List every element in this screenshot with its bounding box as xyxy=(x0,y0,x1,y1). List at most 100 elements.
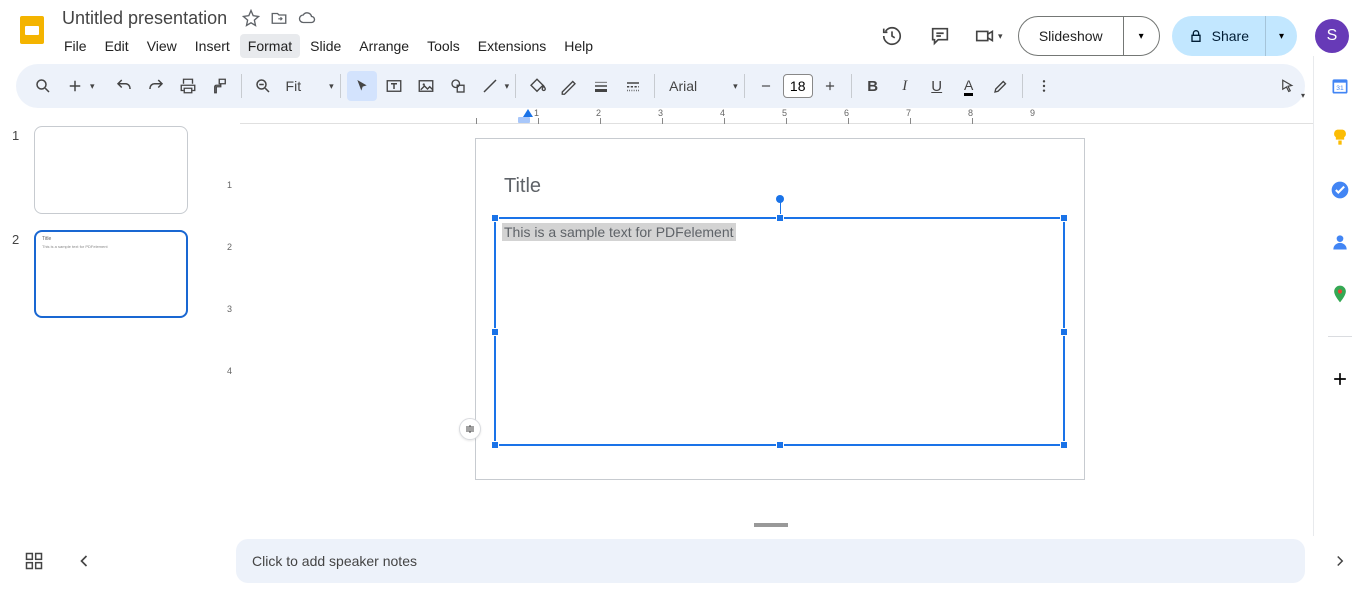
menu-item-arrange[interactable]: Arrange xyxy=(351,34,417,58)
slideshow-dropdown[interactable]: ▾ xyxy=(1123,17,1159,55)
font-dropdown[interactable]: ▾ xyxy=(733,81,738,92)
undo-button[interactable] xyxy=(109,71,139,101)
ruler-horizontal: 123456789 xyxy=(240,108,1365,124)
addons-icon[interactable] xyxy=(1330,369,1350,389)
new-slide-button[interactable] xyxy=(60,71,90,101)
speaker-notes-placeholder: Click to add speaker notes xyxy=(252,553,417,569)
thumb-number: 2 xyxy=(12,230,24,318)
resize-handle-tr[interactable] xyxy=(1060,214,1068,222)
canvas-area: 123456789 1234 Title This is a sample te… xyxy=(210,108,1365,593)
select-tool[interactable] xyxy=(347,71,377,101)
slideshow-button: Slideshow ▾ xyxy=(1018,16,1160,56)
move-icon[interactable] xyxy=(269,8,289,28)
side-panel-collapse-icon[interactable] xyxy=(1331,552,1349,575)
font-size-decrease[interactable] xyxy=(751,71,781,101)
comment-icon[interactable] xyxy=(922,18,958,54)
font-select[interactable]: Arial xyxy=(661,78,733,94)
header-right: ▾ Slideshow ▾ Share ▾ S xyxy=(874,16,1349,56)
border-weight-button[interactable] xyxy=(586,71,616,101)
meet-icon[interactable]: ▾ xyxy=(970,18,1006,54)
resize-handle-l[interactable] xyxy=(491,328,499,336)
more-button[interactable] xyxy=(1029,71,1059,101)
doc-title[interactable]: Untitled presentation xyxy=(56,6,233,31)
thumbnail-panel: 1 2 TitleThis is a sample text for PDFel… xyxy=(0,108,210,593)
selected-textbox[interactable]: This is a sample text for PDFelement xyxy=(494,217,1065,446)
resize-handle-br[interactable] xyxy=(1060,441,1068,449)
menu-item-slide[interactable]: Slide xyxy=(302,34,349,58)
menu-bar: FileEditViewInsertFormatSlideArrangeTool… xyxy=(56,34,874,58)
paint-format-button[interactable] xyxy=(205,71,235,101)
notes-separator[interactable] xyxy=(236,523,1305,527)
lock-icon xyxy=(1188,28,1204,44)
side-panel: 31 xyxy=(1313,56,1365,536)
slide-title-text[interactable]: Title xyxy=(504,175,541,198)
print-button[interactable] xyxy=(173,71,203,101)
slides-logo[interactable] xyxy=(12,10,52,50)
share-button: Share ▾ xyxy=(1172,16,1297,56)
side-panel-divider xyxy=(1328,336,1352,337)
calendar-icon[interactable]: 31 xyxy=(1330,76,1350,96)
bottom-left-controls xyxy=(24,551,94,571)
fill-color-button[interactable] xyxy=(522,71,552,101)
menu-item-help[interactable]: Help xyxy=(556,34,601,58)
menu-item-extensions[interactable]: Extensions xyxy=(470,34,554,58)
tasks-icon[interactable] xyxy=(1330,180,1350,200)
collapse-filmstrip-icon[interactable] xyxy=(459,418,481,440)
resize-handle-bl[interactable] xyxy=(491,441,499,449)
resize-handle-tl[interactable] xyxy=(491,214,499,222)
resize-handle-t[interactable] xyxy=(776,214,784,222)
svg-text:31: 31 xyxy=(1336,85,1344,92)
menu-item-format[interactable]: Format xyxy=(240,34,300,58)
resize-handle-b[interactable] xyxy=(776,441,784,449)
cloud-status-icon[interactable] xyxy=(297,8,317,28)
keep-icon[interactable] xyxy=(1330,128,1350,148)
toolbar: ▾ Fit ▾ ▾ Arial ▾ B I U A ▾ xyxy=(16,64,1305,108)
share-main[interactable]: Share xyxy=(1172,28,1265,44)
line-dropdown[interactable]: ▾ xyxy=(505,81,510,92)
new-slide-dropdown[interactable]: ▾ xyxy=(90,81,95,92)
text-color-button[interactable]: A xyxy=(954,71,984,101)
slide-body-text[interactable]: This is a sample text for PDFelement xyxy=(502,223,736,241)
star-icon[interactable] xyxy=(241,8,261,28)
underline-button[interactable]: U xyxy=(922,71,952,101)
redo-button[interactable] xyxy=(141,71,171,101)
border-color-button[interactable] xyxy=(554,71,584,101)
textbox-tool[interactable] xyxy=(379,71,409,101)
slideshow-main[interactable]: Slideshow xyxy=(1019,17,1123,55)
menu-item-file[interactable]: File xyxy=(56,34,95,58)
font-size-increase[interactable] xyxy=(815,71,845,101)
search-icon[interactable] xyxy=(28,71,58,101)
maps-icon[interactable] xyxy=(1330,284,1350,304)
title-area: Untitled presentation FileEditViewInsert… xyxy=(56,6,874,58)
explore-collapse-icon[interactable] xyxy=(74,551,94,571)
header: Untitled presentation FileEditViewInsert… xyxy=(0,0,1365,60)
font-size-input[interactable] xyxy=(783,74,813,98)
share-dropdown[interactable]: ▾ xyxy=(1265,16,1297,56)
menu-item-tools[interactable]: Tools xyxy=(419,34,468,58)
slide-thumbnail-1[interactable] xyxy=(34,126,188,214)
menu-item-insert[interactable]: Insert xyxy=(187,34,238,58)
history-icon[interactable] xyxy=(874,18,910,54)
italic-button[interactable]: I xyxy=(890,71,920,101)
slide-canvas[interactable]: Title This is a sample text for PDFeleme… xyxy=(475,138,1085,480)
slide-thumbnail-2[interactable]: TitleThis is a sample text for PDFelemen… xyxy=(34,230,188,318)
grid-view-icon[interactable] xyxy=(24,551,44,571)
pointer-mode-icon[interactable]: ▾ xyxy=(1273,72,1303,102)
border-dash-button[interactable] xyxy=(618,71,648,101)
image-tool[interactable] xyxy=(411,71,441,101)
zoom-select[interactable]: Fit xyxy=(280,78,330,94)
highlight-button[interactable] xyxy=(986,71,1016,101)
menu-item-edit[interactable]: Edit xyxy=(97,34,137,58)
speaker-notes[interactable]: Click to add speaker notes xyxy=(236,539,1305,583)
zoom-button[interactable] xyxy=(248,71,278,101)
zoom-dropdown[interactable]: ▾ xyxy=(329,81,334,92)
shape-tool[interactable] xyxy=(443,71,473,101)
menu-item-view[interactable]: View xyxy=(139,34,185,58)
rotation-handle[interactable] xyxy=(776,195,784,203)
line-tool[interactable] xyxy=(475,71,505,101)
account-avatar[interactable]: S xyxy=(1315,19,1349,53)
resize-handle-r[interactable] xyxy=(1060,328,1068,336)
bold-button[interactable]: B xyxy=(858,71,888,101)
thumb-number: 1 xyxy=(12,126,24,214)
contacts-icon[interactable] xyxy=(1330,232,1350,252)
